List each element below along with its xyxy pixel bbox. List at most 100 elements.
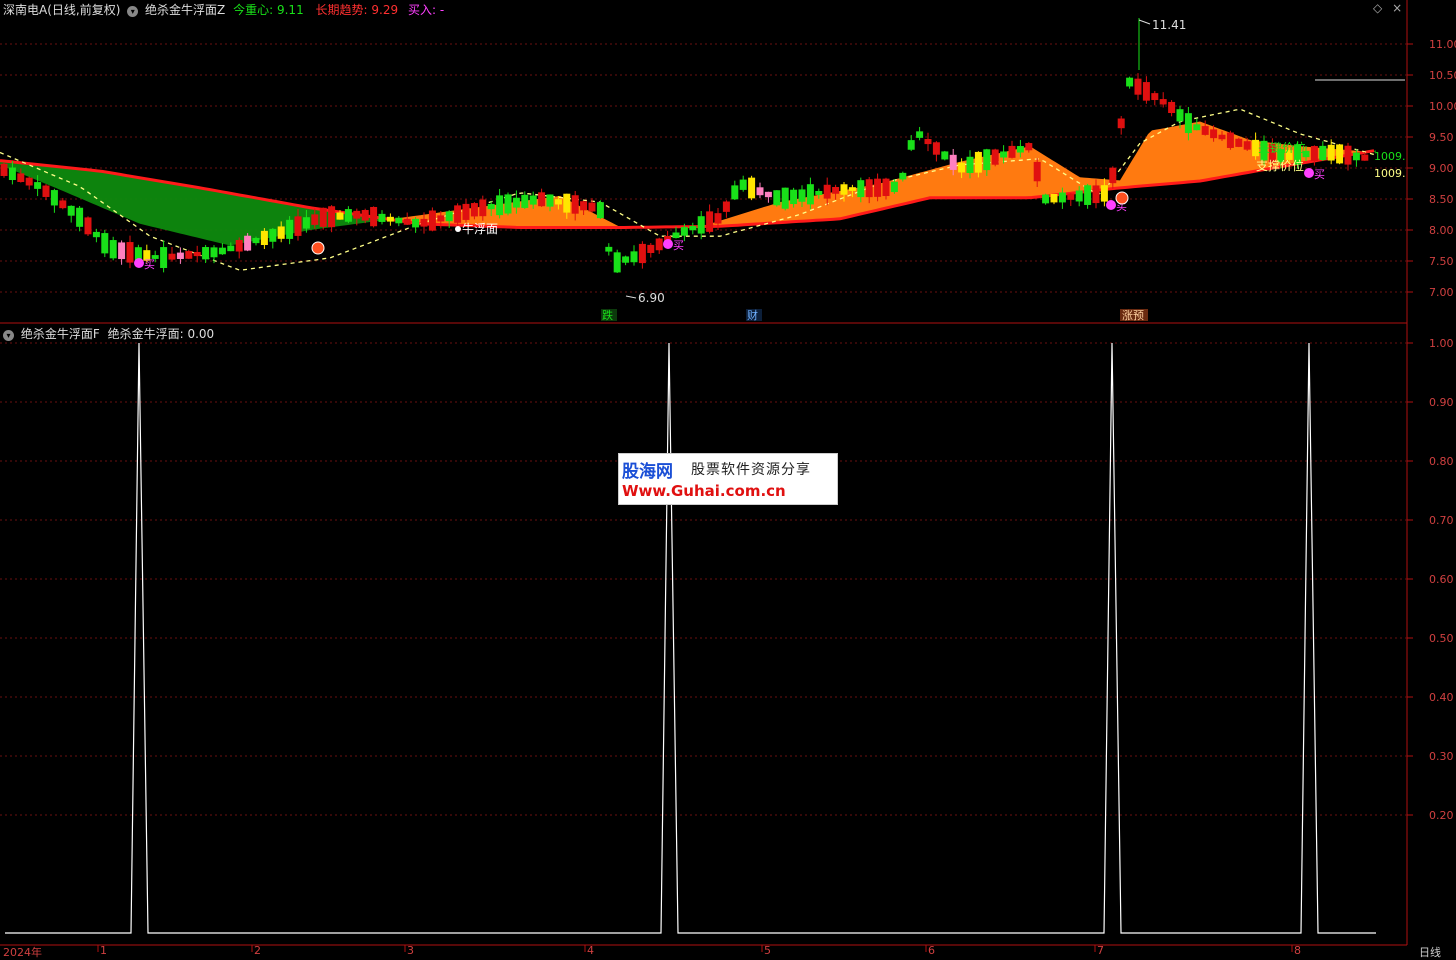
candle-body bbox=[991, 149, 999, 165]
candle-body bbox=[622, 256, 630, 263]
candle-body bbox=[1117, 118, 1125, 129]
candle-body bbox=[1344, 145, 1352, 165]
candle-body bbox=[269, 228, 277, 242]
price-tick-label: 7.50 bbox=[1429, 255, 1454, 268]
candle-body bbox=[823, 184, 831, 199]
candle-body bbox=[496, 195, 504, 216]
event-tag-1: 跌 bbox=[601, 308, 617, 322]
candle-body bbox=[1327, 144, 1335, 161]
candle-body bbox=[353, 210, 361, 219]
candle-body bbox=[1000, 151, 1008, 158]
watermark: 股海网 股票软件资源分享 Www.Guhai.com.cn bbox=[618, 453, 838, 505]
candle-body bbox=[596, 202, 604, 219]
key-price-label: 关键价位 bbox=[1258, 140, 1306, 155]
signal-tick-label: 0.60 bbox=[1429, 573, 1454, 586]
price-tick-label: 11.00 bbox=[1429, 38, 1456, 51]
price-tick-label: 10.00 bbox=[1429, 100, 1456, 113]
candle-body bbox=[697, 216, 705, 234]
candle-body bbox=[227, 245, 235, 252]
month-tick-label: 2 bbox=[254, 944, 261, 956]
candle-body bbox=[890, 181, 898, 193]
price-tick-label: 9.00 bbox=[1429, 162, 1454, 175]
signal-tick-label: 0.40 bbox=[1429, 691, 1454, 704]
month-tick-label: 4 bbox=[587, 944, 594, 956]
candle-body bbox=[1243, 141, 1251, 150]
sub-value: 0.00 bbox=[187, 327, 215, 341]
candle-body bbox=[832, 186, 840, 194]
stock-title[interactable]: 深南电A(日线,前复权) bbox=[3, 3, 120, 17]
signal-tick-label: 0.20 bbox=[1429, 809, 1454, 822]
candle-body bbox=[748, 177, 756, 199]
candle-body bbox=[1134, 78, 1142, 95]
candle-body bbox=[974, 151, 982, 173]
candle-body bbox=[118, 242, 126, 260]
svg-text:跌: 跌 bbox=[602, 308, 613, 322]
price-tick-label: 8.50 bbox=[1429, 193, 1454, 206]
diamond-icon[interactable]: ◇ bbox=[1373, 1, 1382, 15]
month-tick-label: 7 bbox=[1097, 944, 1104, 956]
candle-body bbox=[1176, 109, 1184, 122]
candle-body bbox=[706, 211, 714, 232]
signal-tick-label: 0.50 bbox=[1429, 632, 1454, 645]
candle-body bbox=[437, 215, 445, 222]
month-axis: 1 2 3 4 5 6 7 8 bbox=[97, 944, 1301, 956]
candle-body bbox=[983, 149, 991, 171]
candle-body bbox=[731, 185, 739, 200]
candle-body bbox=[428, 210, 436, 231]
candle-body bbox=[504, 194, 512, 214]
candle-body bbox=[260, 230, 268, 246]
candle-body bbox=[529, 195, 537, 205]
candle-body bbox=[1218, 134, 1226, 140]
month-tick-label: 1 bbox=[100, 944, 107, 956]
buy-marker bbox=[1106, 200, 1116, 210]
candle-body bbox=[672, 232, 680, 239]
candle-body bbox=[319, 207, 327, 227]
candle-body bbox=[479, 199, 487, 217]
candle-body bbox=[168, 253, 176, 260]
low-label: 6.90 bbox=[638, 291, 665, 305]
candle-body bbox=[521, 194, 529, 208]
candle-body bbox=[454, 205, 462, 223]
dropdown-icon[interactable]: ▾ bbox=[127, 6, 139, 17]
candle-body bbox=[328, 206, 336, 228]
candle-body bbox=[1151, 93, 1159, 101]
trend-label: 长期趋势: bbox=[315, 3, 368, 17]
candle-body bbox=[311, 214, 319, 225]
candle-body bbox=[546, 194, 554, 207]
candle-body bbox=[277, 226, 285, 239]
candle-body bbox=[1184, 113, 1192, 134]
center-label: 今重心: bbox=[233, 3, 274, 17]
buy-marker-label: 买 bbox=[673, 239, 684, 252]
sub-dropdown-icon[interactable]: ▾ bbox=[3, 330, 14, 341]
candle-body bbox=[344, 209, 352, 222]
watermark-slogan: 股票软件资源分享 bbox=[691, 462, 811, 478]
signal-orb bbox=[311, 241, 325, 255]
buy-label: 买入: bbox=[407, 3, 436, 17]
signal-orb bbox=[1115, 191, 1129, 205]
sub-indicator-name[interactable]: 绝杀金牛浮面F bbox=[21, 327, 100, 341]
watermark-brand: 股海网 bbox=[622, 462, 673, 482]
candle-body bbox=[1042, 194, 1050, 204]
candle-body bbox=[764, 191, 772, 198]
watermark-url: Www.Guhai.com.cn bbox=[622, 482, 786, 500]
period-label[interactable]: 日线 bbox=[1419, 944, 1441, 960]
candle-body bbox=[874, 178, 882, 197]
event-tag-2: 财 bbox=[746, 308, 762, 322]
indicator-name[interactable]: 绝杀金牛浮面Z bbox=[145, 3, 225, 17]
svg-text:财: 财 bbox=[747, 308, 758, 322]
candle-body bbox=[1008, 145, 1016, 158]
candle-body bbox=[1210, 129, 1218, 139]
candle-body bbox=[554, 199, 562, 205]
candle-body bbox=[0, 163, 8, 176]
candle-body bbox=[462, 203, 470, 220]
close-icon[interactable]: × bbox=[1392, 1, 1402, 15]
right-value-2: 1009. bbox=[1374, 167, 1406, 180]
signal-tick-label: 1.00 bbox=[1429, 337, 1454, 350]
candle-body bbox=[1016, 146, 1024, 153]
candle-body bbox=[1126, 77, 1134, 87]
trend-value: 9.29 bbox=[371, 3, 399, 17]
signal-tick-label: 0.30 bbox=[1429, 750, 1454, 763]
candle-body bbox=[916, 131, 924, 138]
candle-body bbox=[1058, 192, 1066, 203]
month-tick-label: 3 bbox=[407, 944, 414, 956]
